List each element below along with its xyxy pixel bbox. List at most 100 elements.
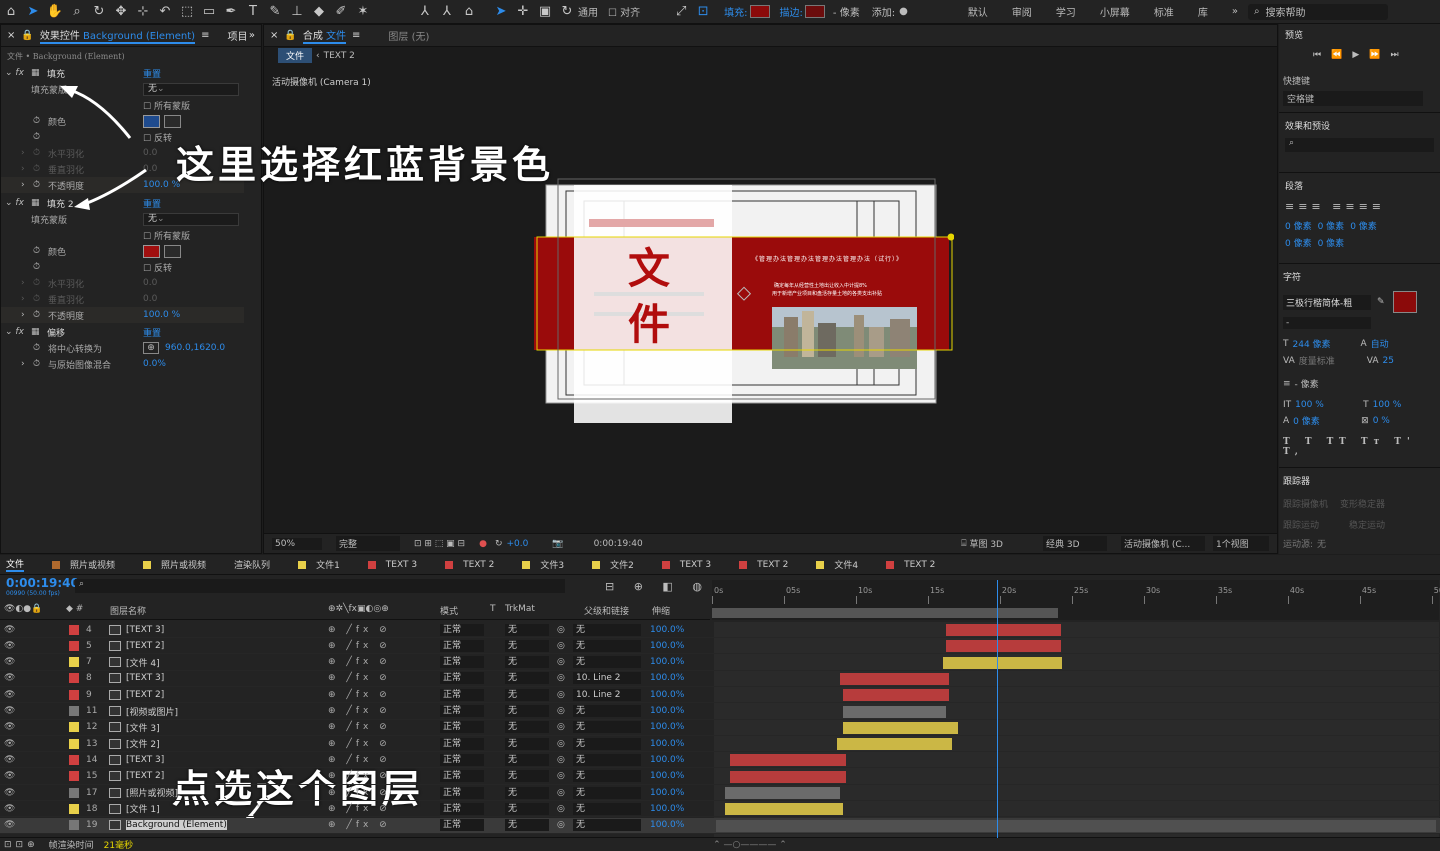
undo-icon[interactable]: ↶ bbox=[154, 4, 176, 19]
exposure-reset-icon[interactable]: ↻ bbox=[495, 539, 503, 549]
layer-label-color[interactable] bbox=[69, 754, 79, 765]
timeline-tab[interactable]: TEXT 2 bbox=[886, 560, 935, 570]
playhead[interactable] bbox=[997, 580, 999, 838]
stretch-value[interactable]: 100.0% bbox=[650, 690, 684, 700]
layer-row[interactable]: 👁 11 [视频或图片] ⊕ ╱fx ⊘ 正常 无 ◎ 无 100.0% bbox=[0, 704, 1440, 720]
trkmat-dropdown[interactable]: 无 bbox=[505, 737, 549, 750]
timeline-tab[interactable]: TEXT 2 bbox=[739, 560, 788, 570]
pick-whip-icon[interactable]: ◎ bbox=[557, 657, 565, 667]
stretch-value[interactable]: 100.0% bbox=[650, 788, 684, 798]
first-line-indent[interactable]: 0 像素 bbox=[1285, 236, 1312, 249]
rectangle-tool-icon[interactable]: ▭ bbox=[198, 4, 220, 19]
comp-tab[interactable]: 合成 文件 bbox=[302, 27, 347, 44]
timeline-tab[interactable]: 渲染队列 bbox=[234, 558, 270, 571]
layer-duration-bar[interactable] bbox=[724, 803, 843, 816]
snap-icon[interactable]: ⤢ bbox=[670, 4, 692, 19]
layer-label-color[interactable] bbox=[69, 640, 79, 651]
layer-name[interactable]: [文件 3] bbox=[126, 721, 160, 734]
timeline-tab[interactable]: TEXT 2 bbox=[445, 560, 494, 570]
trkmat-dropdown[interactable]: 无 bbox=[505, 639, 549, 652]
parent-dropdown[interactable]: 无 bbox=[573, 819, 641, 832]
layer-name[interactable]: [TEXT 2] bbox=[126, 771, 164, 781]
visibility-icon[interactable]: 👁 bbox=[4, 722, 15, 732]
crumb-text2[interactable]: TEXT 2 bbox=[324, 51, 355, 61]
views-dropdown[interactable]: 1个视图 bbox=[1213, 536, 1269, 551]
vscale-value[interactable]: 100 % bbox=[1295, 400, 1359, 410]
layer-switches[interactable]: ⊕ ╱fx ⊘ bbox=[328, 771, 391, 781]
stretch-value[interactable]: 100.0% bbox=[650, 657, 684, 667]
layer-switches[interactable]: ⊕ ╱fx ⊘ bbox=[328, 690, 391, 700]
trkmat-dropdown[interactable]: 无 bbox=[505, 688, 549, 701]
workspace-tab[interactable]: 学习 bbox=[1056, 4, 1076, 19]
all-masks-checkbox[interactable]: ☐ 所有蒙版 bbox=[143, 229, 190, 242]
fill-mask-dropdown[interactable]: 无 bbox=[143, 82, 239, 96]
search-help-box[interactable]: ⌕ 搜索帮助 bbox=[1247, 3, 1388, 20]
panel-menu-icon[interactable]: ≡ bbox=[201, 30, 209, 41]
warp-stabilizer-button[interactable]: 变形稳定器 bbox=[1340, 497, 1385, 510]
axis-world-icon[interactable]: ⅄ bbox=[436, 4, 458, 19]
snapshot-icon[interactable]: 📷 bbox=[552, 539, 563, 549]
timeline-tab[interactable]: TEXT 3 bbox=[661, 560, 711, 570]
pointer-icon[interactable]: ➤ bbox=[490, 4, 512, 19]
align-checkbox[interactable]: ☐ 对齐 bbox=[608, 4, 640, 19]
trkmat-dropdown[interactable]: 无 bbox=[505, 753, 549, 766]
axis-local-icon[interactable]: ⅄ bbox=[414, 4, 436, 19]
indent-left[interactable]: 0 像素 bbox=[1285, 219, 1312, 232]
layer-switches[interactable]: ⊕ ╱fx ⊘ bbox=[328, 641, 391, 651]
visibility-icon[interactable]: 👁 bbox=[4, 820, 15, 830]
layer-switches[interactable]: ⊕ ╱fx ⊘ bbox=[328, 657, 391, 667]
stretch-value[interactable]: 100.0% bbox=[650, 673, 684, 683]
snap-label[interactable]: 通用 bbox=[578, 4, 598, 19]
motion-source-dropdown[interactable]: 无 bbox=[1317, 537, 1326, 550]
time-ruler[interactable]: 0s 05s 10s 15s 20s 25s 30s 35s 40s 45s 50s bbox=[712, 580, 1440, 620]
pick-whip-icon[interactable]: ◎ bbox=[557, 673, 565, 683]
layer-name[interactable]: [照片或视频] bbox=[126, 786, 178, 799]
layer-switches[interactable]: ⊕ ╱fx ⊘ bbox=[328, 755, 391, 765]
stretch-value[interactable]: 100.0% bbox=[650, 755, 684, 765]
home-icon[interactable]: ⌂ bbox=[0, 4, 22, 19]
parent-dropdown[interactable]: 无 bbox=[573, 705, 641, 717]
composition-canvas[interactable]: 文 件 《管理办法管理办法管理办法管理办法（试行）》 确定每年从经营性土地出让收… bbox=[534, 177, 954, 432]
current-time[interactable]: 0:00:19:40 bbox=[6, 576, 79, 590]
pick-whip-icon[interactable]: ◎ bbox=[557, 722, 565, 732]
roto-brush-icon[interactable]: ✐ bbox=[330, 4, 352, 19]
layer-label-color[interactable] bbox=[69, 657, 79, 668]
visibility-icon[interactable]: 👁 bbox=[4, 771, 15, 781]
stopwatch-icon[interactable]: ⏱ bbox=[33, 116, 40, 126]
blend-mode-dropdown[interactable]: 正常 bbox=[440, 672, 484, 685]
reset-link[interactable]: 重置 bbox=[143, 67, 161, 80]
pick-whip-icon[interactable]: ◎ bbox=[557, 771, 565, 781]
opacity-value[interactable]: 100.0 % bbox=[143, 180, 180, 190]
layer-name[interactable]: [TEXT 2] bbox=[126, 641, 164, 651]
layer-switches[interactable]: ⊕ ╱fx ⊘ bbox=[328, 804, 391, 814]
project-tab[interactable]: 项目 bbox=[227, 28, 247, 43]
layer-switches[interactable]: ⊕ ╱fx ⊘ bbox=[328, 706, 391, 716]
parent-dropdown[interactable]: 无 bbox=[573, 770, 641, 783]
layer-switches[interactable]: ⊕ ╱fx ⊘ bbox=[328, 820, 391, 830]
layer-label-color[interactable] bbox=[69, 624, 79, 635]
invert-checkbox[interactable]: ☐ 反转 bbox=[143, 261, 172, 274]
close-icon[interactable]: × bbox=[270, 30, 278, 41]
timeline-tab[interactable]: 照片或视频 bbox=[143, 558, 206, 571]
trkmat-dropdown[interactable]: 无 bbox=[505, 819, 549, 832]
layer-name[interactable]: Background (Element) bbox=[126, 820, 227, 831]
layer-row[interactable]: 👁 12 [文件 3] ⊕ ╱fx ⊘ 正常 无 ◎ 无 100.0% bbox=[0, 720, 1440, 736]
stopwatch-icon[interactable]: ⏱ bbox=[33, 246, 40, 256]
rotate-icon[interactable]: ↻ bbox=[556, 4, 578, 19]
track-camera-button[interactable]: 跟踪摄像机 bbox=[1283, 497, 1328, 510]
stopwatch-icon[interactable]: ⏱ bbox=[33, 310, 40, 320]
first-frame-icon[interactable]: ⏮ bbox=[1313, 50, 1321, 60]
pick-whip-icon[interactable]: ◎ bbox=[557, 690, 565, 700]
trkmat-dropdown[interactable]: 无 bbox=[505, 802, 549, 815]
text-style-buttons[interactable]: T T TT Tт T' T, bbox=[1283, 437, 1436, 457]
col-layer-name[interactable]: 图层名称 bbox=[110, 604, 146, 617]
expand-icon[interactable]: ⌄ fx bbox=[5, 198, 24, 208]
visibility-icon[interactable]: 👁 bbox=[4, 804, 15, 814]
tsume-value[interactable]: 0 % bbox=[1373, 416, 1390, 426]
fill-color-swatch[interactable] bbox=[749, 5, 770, 18]
pick-whip-icon[interactable]: ◎ bbox=[557, 804, 565, 814]
layer-switches[interactable]: ⊕ ╱fx ⊘ bbox=[328, 788, 391, 798]
layer-switches[interactable]: ⊕ ╱fx ⊘ bbox=[328, 625, 391, 635]
camera-dropdown[interactable]: 活动摄像机 (C... bbox=[1121, 536, 1205, 551]
prev-frame-icon[interactable]: ⏪ bbox=[1331, 50, 1342, 60]
